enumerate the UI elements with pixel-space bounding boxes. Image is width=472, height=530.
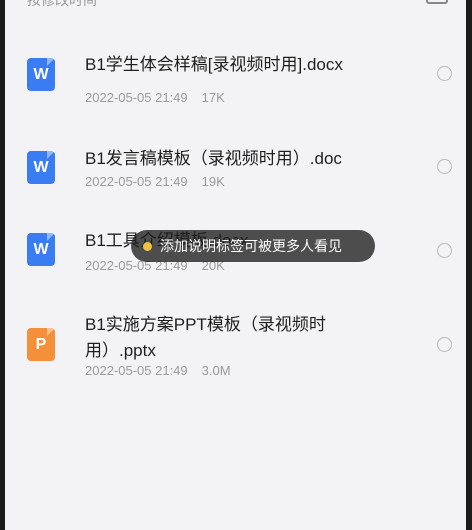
file-list-screen: 按修改时间 ⌄ W B1学生体会样稿[录视频时用].docx 2022-05-0… (5, 0, 466, 530)
word-doc-icon: W (27, 151, 55, 184)
chevron-down-icon: ⌄ (133, 0, 142, 3)
file-meta: 2022-05-05 21:49 17K (85, 90, 225, 105)
tip-toast: 添加说明标签可被更多人看见 (131, 230, 375, 262)
file-item-0[interactable]: W B1学生体会样稿[录视频时用].docx 2022-05-05 21:49 1… (5, 52, 466, 122)
file-name: B1学生体会样稿[录视频时用].docx (85, 55, 343, 74)
select-radio[interactable] (437, 66, 452, 81)
select-radio[interactable] (437, 159, 452, 174)
ppt-doc-icon: P (27, 328, 55, 361)
select-radio[interactable] (437, 243, 452, 258)
file-meta: 2022-05-05 21:49 19K (85, 174, 225, 189)
file-size: 19K (201, 174, 225, 189)
file-meta: 2022-05-05 21:49 3.0M (85, 363, 231, 378)
sort-dropdown[interactable]: 按修改时间 (27, 0, 97, 10)
file-size: 17K (201, 90, 225, 105)
file-name: B1实施方案PPT模板（录视频时用）.pptx (85, 315, 326, 360)
toast-dot-icon (143, 241, 152, 251)
file-item-1[interactable]: W B1发言稿模板（录视频时用）.doc 2022-05-05 21:49 19K (5, 146, 466, 216)
file-date: 2022-05-05 21:49 (85, 90, 188, 105)
file-date: 2022-05-05 21:49 (85, 174, 188, 189)
word-doc-icon: W (27, 58, 55, 91)
word-doc-icon: W (27, 233, 55, 266)
select-radio[interactable] (437, 337, 452, 352)
toast-text: 添加说明标签可被更多人看见 (160, 238, 342, 254)
view-mode-icon[interactable] (426, 0, 448, 4)
file-name: B1发言稿模板（录视频时用）.doc (85, 149, 342, 168)
sort-bar: 按修改时间 ⌄ (5, 0, 466, 12)
file-size: 3.0M (201, 363, 231, 378)
file-date: 2022-05-05 21:49 (85, 363, 188, 378)
file-item-3[interactable]: P B1实施方案PPT模板（录视频时用）.pptx 2022-05-05 21:… (5, 312, 466, 392)
